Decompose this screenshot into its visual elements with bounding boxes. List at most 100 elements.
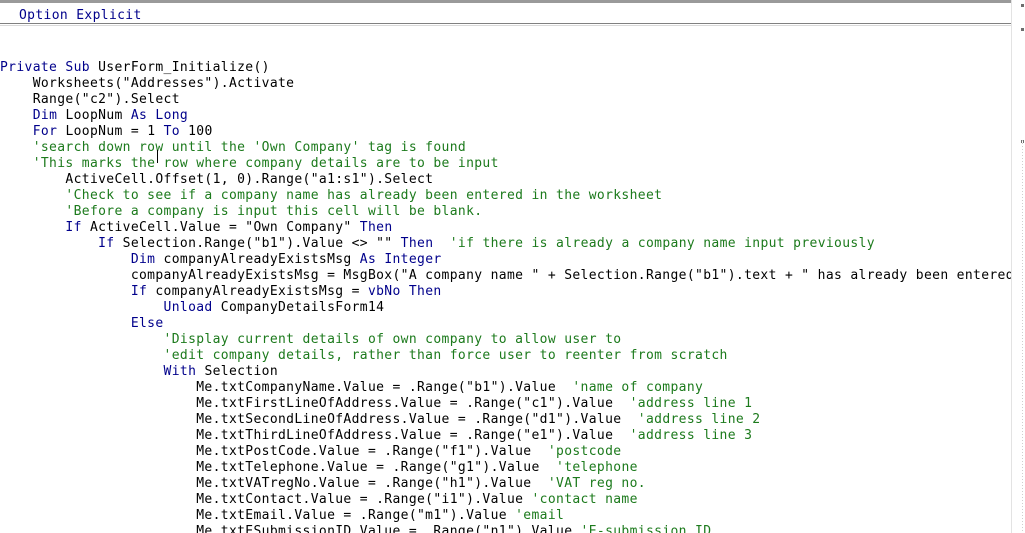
code-line[interactable]: If Selection.Range("b1").Value <> "" The… — [0, 236, 875, 252]
code-token-plain: Me.txtThirdLineOfAddress.Value = .Range(… — [0, 428, 614, 443]
code-token-kw: Dim — [130, 252, 164, 267]
text-caret — [157, 150, 158, 163]
code-line[interactable]: Me.txtContact.Value = .Range("i1").Value… — [0, 492, 638, 508]
code-token-plain: Me.txtTelephone.Value = .Range("g1").Val… — [0, 460, 540, 475]
code-token-plain: companyAlreadyExistsMsg — [163, 252, 360, 267]
code-token-cmt: 'telephone — [539, 460, 638, 475]
code-line[interactable]: 'Before a company is input this cell wil… — [0, 204, 482, 220]
code-token-plain: ActiveCell.Value = "Own Company" — [89, 220, 360, 235]
code-line[interactable]: Me.txtESubmissionID.Value = .Range("n1")… — [0, 524, 711, 533]
code-line[interactable]: Me.txtFirstLineOfAddress.Value = .Range(… — [0, 396, 752, 412]
code-token-kw: To — [163, 124, 189, 139]
code-token-cmt: 'address line 2 — [621, 412, 761, 427]
code-token-plain: companyAlreadyExistsMsg = MsgBox("A comp… — [0, 268, 1011, 283]
code-token-cmt: 'Check to see if a company name has alre… — [0, 188, 663, 203]
code-line[interactable]: Dim LoopNum As Long — [0, 108, 188, 124]
code-token-kw: As Long — [130, 108, 189, 123]
code-token-kw: As Integer — [359, 252, 442, 267]
code-line[interactable]: Me.txtVATregNo.Value = .Range("h1").Valu… — [0, 476, 646, 492]
code-token-cmt: 'Display current details of own company … — [0, 332, 622, 347]
code-line[interactable]: 'This marks the row where company detail… — [0, 156, 499, 172]
code-line[interactable]: 'search down row until the 'Own Company'… — [0, 140, 466, 156]
code-token-cmt: 'address line 1 — [613, 396, 753, 411]
code-token-plain: Me.txtEmail.Value = .Range("m1").Value — [0, 508, 507, 523]
code-token-kw: Then — [359, 220, 393, 235]
code-token-kw: With — [163, 364, 205, 379]
code-line[interactable]: Worksheets("Addresses").Activate — [0, 76, 294, 92]
code-token-plain: Me.txtCompanyName.Value = .Range("b1").V… — [0, 380, 557, 395]
code-token-plain: Me.txtFirstLineOfAddress.Value = .Range(… — [0, 396, 614, 411]
code-token-plain: Me.txtVATregNo.Value = .Range("h1").Valu… — [0, 476, 532, 491]
declarations-pane[interactable]: Option Explicit — [0, 3, 1011, 24]
code-token-plain: Worksheets("Addresses").Activate — [0, 76, 295, 91]
code-token-kw: For — [32, 124, 66, 139]
code-token-kw: Else — [130, 316, 164, 331]
code-token-plain: Range("c2").Select — [0, 92, 180, 107]
code-line[interactable]: 'Check to see if a company name has alre… — [0, 188, 662, 204]
code-line[interactable]: 'edit company details, rather than force… — [0, 348, 728, 364]
code-pane[interactable]: Private Sub UserForm_Initialize() Worksh… — [0, 26, 1011, 533]
code-token-cmt: 'edit company details, rather than force… — [0, 348, 728, 363]
code-line[interactable]: Me.txtSecondLineOfAddress.Value = .Range… — [0, 412, 760, 428]
code-token-cmt: 'name of company — [556, 380, 704, 395]
code-token-plain: Me.txtContact.Value = .Range("i1").Value — [0, 492, 524, 507]
code-token-plain: Me.txtSecondLineOfAddress.Value = .Range… — [0, 412, 622, 427]
code-token-cmt: 'if there is already a company name inpu… — [433, 236, 875, 251]
code-line[interactable]: Else — [0, 316, 164, 332]
code-token-kw: If — [98, 236, 123, 251]
declaration-line: Option Explicit — [19, 8, 142, 23]
code-line[interactable]: Unload CompanyDetailsForm14 — [0, 300, 384, 316]
code-line[interactable]: companyAlreadyExistsMsg = MsgBox("A comp… — [0, 268, 1011, 284]
vertical-scrollbar[interactable] — [1011, 0, 1025, 533]
scrollbar-tick — [1021, 4, 1024, 7]
code-token-plain: LoopNum — [65, 108, 131, 123]
code-token-cmt: 'VAT reg no. — [531, 476, 646, 491]
code-token-plain: companyAlreadyExistsMsg = — [155, 284, 368, 299]
code-token-cmt: 'contact name — [523, 492, 638, 507]
code-line[interactable]: Me.txtThirdLineOfAddress.Value = .Range(… — [0, 428, 752, 444]
vba-code-editor-window: Option Explicit Private Sub UserForm_Ini… — [0, 0, 1025, 533]
code-token-plain: Selection — [204, 364, 279, 379]
code-token-plain: CompanyDetailsForm14 — [220, 300, 385, 315]
code-line[interactable]: Me.txtCompanyName.Value = .Range("b1").V… — [0, 380, 703, 396]
code-token-cmt: 'Before a company is input this cell wil… — [0, 204, 483, 219]
code-line[interactable]: Private Sub UserForm_Initialize() — [0, 60, 270, 76]
code-token-kw: Then — [400, 236, 434, 251]
code-line[interactable]: ActiveCell.Offset(1, 0).Range("a1:s1").S… — [0, 172, 433, 188]
code-line[interactable]: Me.txtEmail.Value = .Range("m1").Value '… — [0, 508, 564, 524]
code-token-kw: Dim — [32, 108, 66, 123]
code-line[interactable]: Me.txtPostCode.Value = .Range("f1").Valu… — [0, 444, 621, 460]
code-token-plain: Me.txtESubmissionID.Value = .Range("n1")… — [0, 524, 573, 533]
code-token-cmt: 'search down row until the 'Own Company'… — [0, 140, 467, 155]
code-line[interactable]: For LoopNum = 1 To 100 — [0, 124, 213, 140]
code-line[interactable]: If companyAlreadyExistsMsg = vbNo Then — [0, 284, 442, 300]
code-token-plain: 100 — [188, 124, 213, 139]
code-token-plain: LoopNum = 1 — [65, 124, 164, 139]
code-token-plain: UserForm_Initialize() — [98, 60, 270, 75]
code-line[interactable]: Range("c2").Select — [0, 92, 180, 108]
code-token-cmt: 'address line 3 — [613, 428, 753, 443]
code-token-plain: Selection.Range("b1").Value <> "" — [122, 236, 401, 251]
code-token-plain: ActiveCell.Offset(1, 0).Range("a1:s1").S… — [0, 172, 434, 187]
code-line[interactable] — [0, 32, 8, 48]
code-token-kw: Unload — [163, 300, 221, 315]
scrollbar-tick — [1021, 28, 1024, 31]
code-line[interactable]: 'Display current details of own company … — [0, 332, 622, 348]
code-token-kw: If — [130, 284, 156, 299]
code-line[interactable]: Me.txtTelephone.Value = .Range("g1").Val… — [0, 460, 638, 476]
code-token-cmt: 'postcode — [531, 444, 622, 459]
code-token-kw: Private Sub — [0, 60, 99, 75]
code-line[interactable]: Dim companyAlreadyExistsMsg As Integer — [0, 252, 442, 268]
code-line[interactable]: With Selection — [0, 364, 278, 380]
code-token-cmt: 'email — [506, 508, 565, 523]
code-line[interactable]: If ActiveCell.Value = "Own Company" Then — [0, 220, 393, 236]
